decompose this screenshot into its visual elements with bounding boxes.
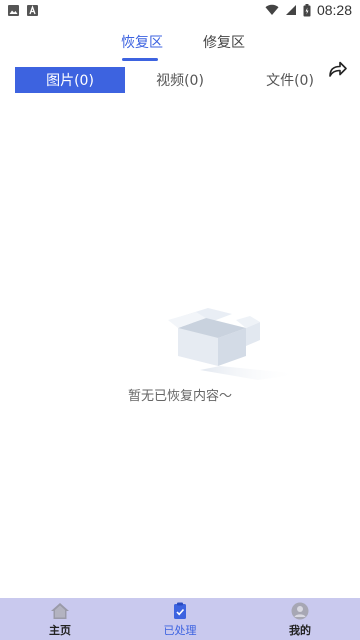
nav-label-processed: 已处理 — [163, 624, 197, 637]
nav-label-profile: 我的 — [289, 624, 311, 637]
tab-images[interactable]: 图片(0) — [15, 67, 125, 93]
profile-icon — [291, 602, 309, 620]
image-notification-icon — [8, 4, 19, 16]
wifi-icon — [265, 4, 279, 16]
status-left-icons — [8, 4, 38, 16]
empty-box-icon — [168, 308, 300, 380]
empty-state-text: 暂无已恢复内容～ — [127, 389, 232, 404]
battery-icon — [303, 3, 311, 16]
media-type-tabs: 图片(0) 视频(0) 文件(0) — [15, 67, 345, 93]
status-right-icons: 08:28 — [265, 2, 352, 18]
nav-label-home: 主页 — [49, 624, 71, 637]
home-icon — [51, 603, 69, 619]
tab-repair-area[interactable]: 修复区 — [203, 32, 245, 52]
tab-videos[interactable]: 视频(0) — [125, 67, 235, 93]
bottom-nav: 主页 已处理 我的 — [0, 598, 360, 640]
signal-icon — [285, 5, 296, 15]
nav-item-profile[interactable]: 我的 — [240, 598, 360, 640]
processed-icon — [174, 602, 186, 619]
tab-recover-area[interactable]: 恢复区 — [121, 32, 163, 52]
tab-files[interactable]: 文件(0) — [235, 67, 345, 93]
nav-item-processed[interactable]: 已处理 — [120, 598, 240, 640]
status-bar: 08:28 — [0, 0, 360, 20]
active-tab-underline — [122, 58, 158, 61]
status-time: 08:28 — [316, 2, 352, 18]
top-tab-bar: 恢复区 修复区 — [0, 28, 360, 77]
a-notification-icon — [27, 4, 38, 16]
nav-item-home[interactable]: 主页 — [0, 598, 120, 640]
